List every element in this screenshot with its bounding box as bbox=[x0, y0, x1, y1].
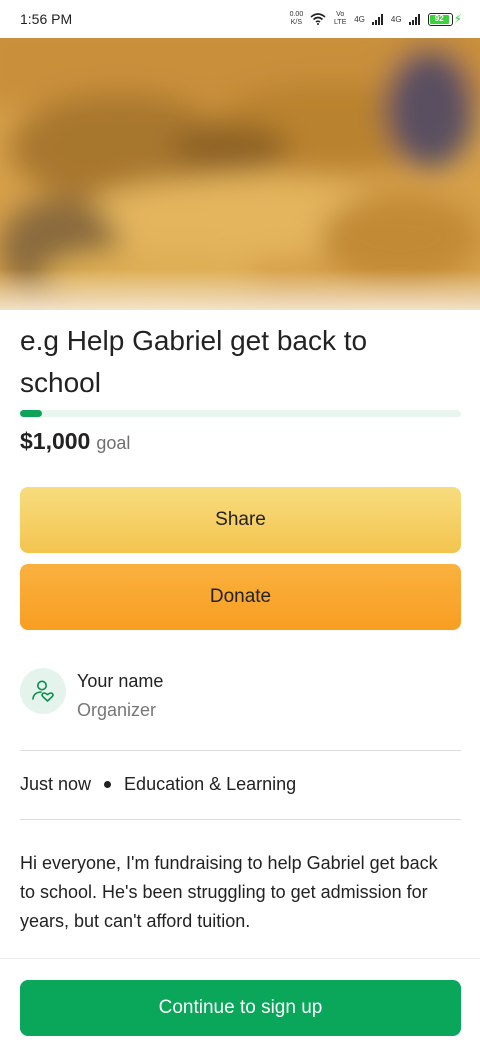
fundraiser-title: e.g Help Gabriel get back to school bbox=[20, 325, 368, 398]
status-bar: 1:56 PM 0.00 K/S Vo LTE 4G 4G 92 ⚡ bbox=[0, 0, 480, 38]
organizer-role: Organizer bbox=[77, 700, 157, 720]
share-button[interactable]: Share bbox=[20, 487, 461, 553]
divider bbox=[20, 819, 461, 820]
signal-4g-label-2: 4G bbox=[390, 14, 402, 24]
created-time: Just now bbox=[20, 774, 92, 794]
separator-dot bbox=[104, 781, 112, 788]
charging-icon: ⚡ bbox=[453, 12, 462, 26]
wifi-icon bbox=[310, 13, 326, 25]
cover-image[interactable] bbox=[0, 38, 480, 310]
goal-progress-fill bbox=[20, 410, 43, 417]
goal: $1,000 goal bbox=[20, 428, 130, 455]
goal-label: goal bbox=[96, 433, 131, 453]
donate-button[interactable]: Donate bbox=[20, 564, 461, 630]
volte-indicator: Vo LTE bbox=[334, 11, 347, 26]
goal-amount: $1,000 bbox=[20, 428, 91, 454]
organizer-avatar bbox=[20, 668, 66, 714]
battery-level: 92 bbox=[429, 14, 449, 24]
continue-to-sign-up-button[interactable]: Continue to sign up bbox=[20, 980, 461, 1036]
net-speed-unit: K/S bbox=[290, 19, 303, 26]
organizer-text: Your name Organizer bbox=[77, 668, 163, 721]
battery-indicator: 92 ⚡ bbox=[427, 12, 462, 26]
status-icons: 0.00 K/S Vo LTE 4G 4G 92 ⚡ bbox=[290, 11, 462, 27]
signal-icon bbox=[371, 13, 383, 25]
divider bbox=[20, 750, 461, 751]
category-label[interactable]: Education & Learning bbox=[124, 774, 296, 795]
battery-icon: 92 bbox=[427, 12, 453, 26]
goal-progress-bar bbox=[20, 410, 461, 417]
organizer-info: Your name Organizer bbox=[20, 668, 163, 721]
fundraiser-meta: Just now Education & Learning bbox=[20, 774, 296, 795]
user-heart-icon bbox=[32, 680, 54, 702]
fundraiser-story: Hi everyone, I'm fundraising to help Gab… bbox=[20, 853, 438, 931]
net-speed-value: 0.00 bbox=[289, 11, 304, 18]
signal-icon-2 bbox=[408, 13, 420, 25]
network-speed: 0.00 K/S bbox=[290, 11, 304, 27]
organizer-name: Your name bbox=[77, 671, 164, 691]
blurred-cover-photo bbox=[0, 38, 480, 310]
signal-4g-label-1: 4G bbox=[354, 14, 365, 24]
status-time: 1:56 PM bbox=[20, 11, 73, 27]
